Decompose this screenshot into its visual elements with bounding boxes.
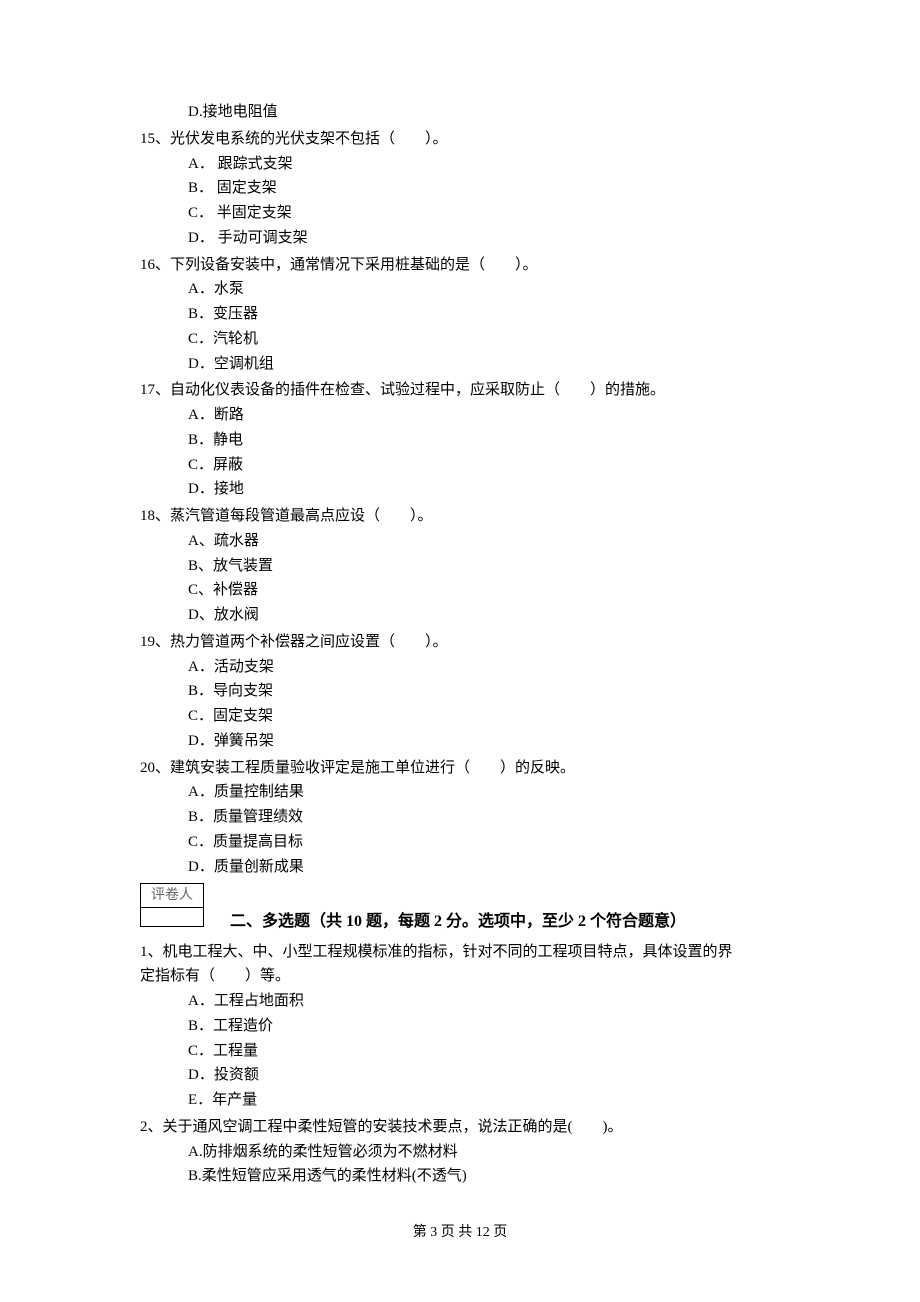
option: A． 跟踪式支架 [140,152,790,177]
option: C．屏蔽 [140,453,790,478]
question-stem: 19、热力管道两个补偿器之间应设置（ ）。 [140,630,790,655]
question-number: 2、 [140,1119,163,1135]
option: B． 固定支架 [140,176,790,201]
question-stem-text: 光伏发电系统的光伏支架不包括（ ）。 [170,131,448,147]
option: B、放气装置 [140,554,790,579]
option: C． 半固定支架 [140,201,790,226]
question-block: 16、下列设备安装中，通常情况下采用桩基础的是（ ）。A．水泵B．变压器C．汽轮… [140,253,790,377]
option: B．变压器 [140,302,790,327]
option: D．弹簧吊架 [140,729,790,754]
grader-box: 评卷人 [140,883,204,927]
question-number: 16、 [140,257,170,273]
question-number: 15、 [140,131,170,147]
option: A．质量控制结果 [140,780,790,805]
option: C．汽轮机 [140,327,790,352]
option: A．断路 [140,403,790,428]
question-stem: 15、光伏发电系统的光伏支架不包括（ ）。 [140,127,790,152]
option: D.接地电阻值 [140,100,790,125]
question-stem-text: 蒸汽管道每段管道最高点应设（ ）。 [170,508,433,524]
question-number: 19、 [140,634,170,650]
question-block: 15、光伏发电系统的光伏支架不包括（ ）。A． 跟踪式支架B． 固定支架C． 半… [140,127,790,251]
option: C．工程量 [140,1039,790,1064]
question-stem: 2、关于通风空调工程中柔性短管的安装技术要点，说法正确的是( )。 [140,1115,790,1140]
option: D．空调机组 [140,352,790,377]
option: C．固定支架 [140,704,790,729]
option: D、放水阀 [140,603,790,628]
option: D．接地 [140,477,790,502]
option: D． 手动可调支架 [140,226,790,251]
question-stem-text: 下列设备安装中，通常情况下采用桩基础的是（ ）。 [170,257,538,273]
question-stem-text: 自动化仪表设备的插件在检查、试验过程中，应采取防止（ ）的措施。 [170,382,665,398]
option: B.柔性短管应采用透气的柔性材料(不透气) [140,1164,790,1189]
option: E．年产量 [140,1088,790,1113]
question-stem-continuation: 定指标有（ ）等。 [140,964,790,989]
question-stem-text: 关于通风空调工程中柔性短管的安装技术要点，说法正确的是( )。 [163,1119,623,1135]
question-block: 20、建筑安装工程质量验收评定是施工单位进行（ ）的反映。A．质量控制结果B．质… [140,756,790,880]
option: D．质量创新成果 [140,855,790,880]
question-stem: 20、建筑安装工程质量验收评定是施工单位进行（ ）的反映。 [140,756,790,781]
question-block: 17、自动化仪表设备的插件在检查、试验过程中，应采取防止（ ）的措施。A．断路B… [140,378,790,502]
section-2-heading: 二、多选题（共 10 题，每题 2 分。选项中，至少 2 个符合题意） [230,909,790,935]
question-stem: 18、蒸汽管道每段管道最高点应设（ ）。 [140,504,790,529]
page-footer: 第 3 页 共 12 页 [0,1221,920,1244]
question-block: D.接地电阻值 [140,100,790,125]
option: B．导向支架 [140,679,790,704]
option: D．投资额 [140,1063,790,1088]
grader-empty [141,908,203,926]
question-stem-text: 建筑安装工程质量验收评定是施工单位进行（ ）的反映。 [170,760,575,776]
question-number: 20、 [140,760,170,776]
question-stem: 16、下列设备安装中，通常情况下采用桩基础的是（ ）。 [140,253,790,278]
option: B．工程造价 [140,1014,790,1039]
question-number: 17、 [140,382,170,398]
question-number: 1、 [140,944,163,960]
question-stem-text: 机电工程大、中、小型工程规模标准的指标，针对不同的工程项目特点，具体设置的界 [163,944,733,960]
option: A．水泵 [140,277,790,302]
question-block: 2、关于通风空调工程中柔性短管的安装技术要点，说法正确的是( )。A.防排烟系统… [140,1115,790,1189]
option: B．质量管理绩效 [140,805,790,830]
question-stem: 1、机电工程大、中、小型工程规模标准的指标，针对不同的工程项目特点，具体设置的界 [140,940,790,965]
option: A．活动支架 [140,655,790,680]
option: A、疏水器 [140,529,790,554]
question-block: 1、机电工程大、中、小型工程规模标准的指标，针对不同的工程项目特点，具体设置的界… [140,940,790,1113]
option: C．质量提高目标 [140,830,790,855]
option: C、补偿器 [140,578,790,603]
question-block: 18、蒸汽管道每段管道最高点应设（ ）。A、疏水器B、放气装置C、补偿器D、放水… [140,504,790,628]
grader-label: 评卷人 [141,884,203,908]
question-number: 18、 [140,508,170,524]
option: A．工程占地面积 [140,989,790,1014]
option: B．静电 [140,428,790,453]
option: A.防排烟系统的柔性短管必须为不燃材料 [140,1140,790,1165]
question-stem: 17、自动化仪表设备的插件在检查、试验过程中，应采取防止（ ）的措施。 [140,378,790,403]
question-stem-text: 热力管道两个补偿器之间应设置（ ）。 [170,634,448,650]
question-block: 19、热力管道两个补偿器之间应设置（ ）。A．活动支架B．导向支架C．固定支架D… [140,630,790,754]
